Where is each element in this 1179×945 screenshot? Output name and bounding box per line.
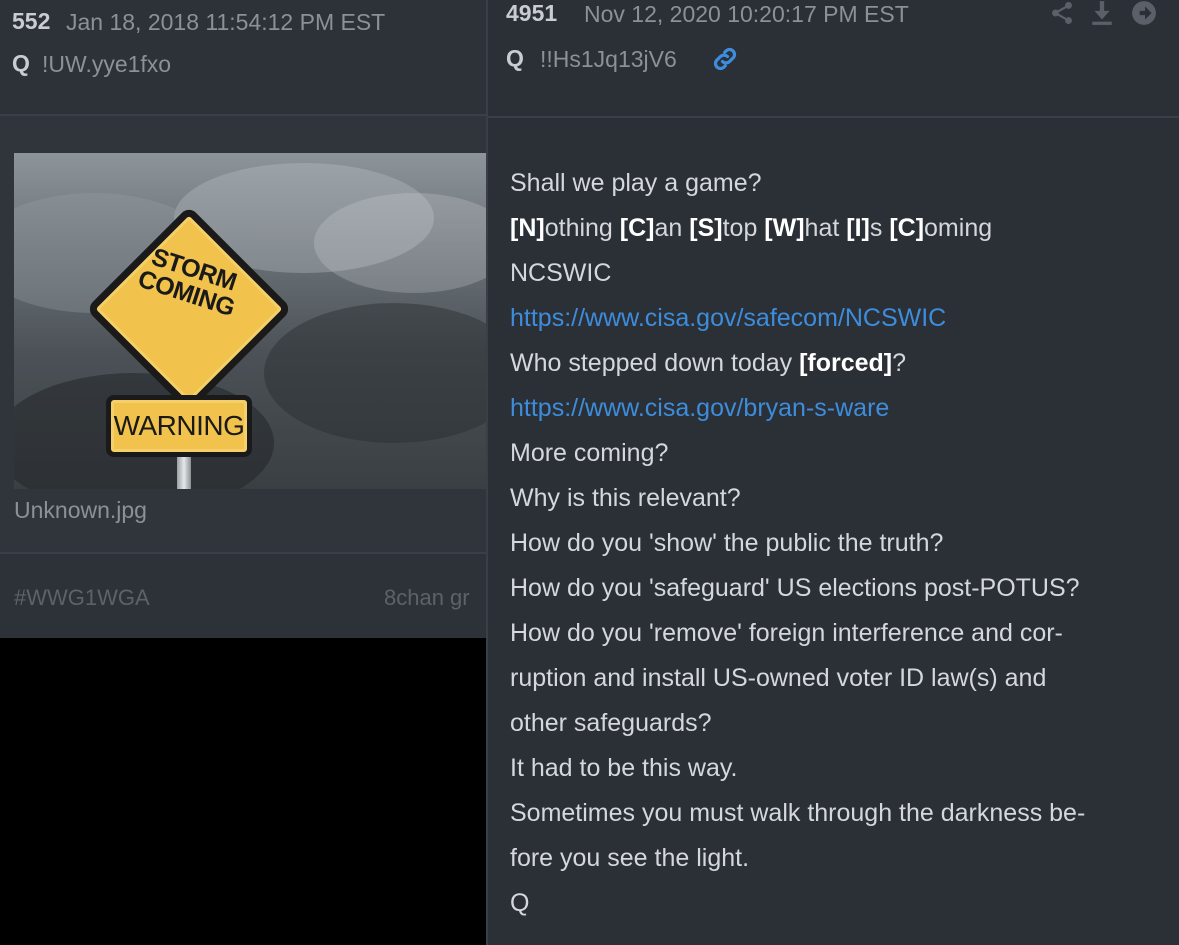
left-post-footer: #WWG1WGA 8chan gr [0, 554, 486, 638]
storm-coming-image[interactable]: STORM COMING WARNING [14, 153, 486, 489]
post-number[interactable]: 552 [12, 8, 50, 35]
message-line: How do you 'remove' foreign interference… [510, 619, 1063, 647]
share-icon[interactable] [1048, 0, 1076, 26]
cloud [264, 303, 486, 443]
arrow-right-icon[interactable] [1130, 0, 1158, 26]
message-line: More coming? [510, 439, 669, 467]
post-tripcode: !!Hs1Jq13jV6 [540, 46, 677, 72]
post-author: Q [506, 45, 524, 71]
message-line: How do you 'safeguard' US elections post… [510, 574, 1080, 602]
post-date: Nov 12, 2020 10:20:17 PM EST [584, 1, 909, 27]
message-line: Who stepped down today [forced]? [510, 349, 907, 377]
message-line-acronym: [N]othing [C]an [S]top [W]hat [I]s [C]om… [510, 214, 993, 242]
post-date: Jan 18, 2018 11:54:12 PM EST [66, 9, 386, 35]
message-line: other safeguards? [510, 709, 712, 737]
message-line: Shall we play a game? [510, 169, 762, 197]
download-icon[interactable] [1088, 0, 1116, 26]
link-icon[interactable] [710, 44, 740, 74]
message-line: ruption and install US-owned voter ID la… [510, 664, 1047, 692]
message-link-bryan-s-ware[interactable]: https://www.cisa.gov/bryan-s-ware [510, 386, 1170, 431]
cloud [314, 193, 486, 293]
left-post-body: STORM COMING WARNING Unknown.jpg [0, 116, 486, 554]
warning-sign-text: WARNING [113, 410, 245, 441]
post-message: Shall we play a game? [N]othing [C]an [S… [510, 161, 1170, 926]
post-author: Q [12, 50, 30, 76]
message-line: How do you 'show' the public the truth? [510, 529, 944, 557]
message-line: Sometimes you must walk through the dark… [510, 799, 1086, 827]
right-post-header: 4951 Nov 12, 2020 10:20:17 PM EST Q !!Hs… [488, 0, 1179, 118]
post-tripcode: !UW.yye1fxo [42, 51, 172, 77]
message-line: NCSWIC [510, 259, 612, 287]
message-line: fore you see the light. [510, 844, 750, 872]
left-post-card: 552 Jan 18, 2018 11:54:12 PM EST Q !UW.y… [0, 0, 486, 638]
source-label: 8chan gr [384, 585, 470, 610]
message-line: Why is this relevant? [510, 484, 741, 512]
message-line: It had to be this way. [510, 754, 738, 782]
post-number[interactable]: 4951 [506, 0, 557, 27]
message-link-ncswic[interactable]: https://www.cisa.gov/safecom/NCSWIC [510, 296, 1170, 341]
hashtag: #WWG1WGA [14, 585, 150, 610]
right-post-card: 4951 Nov 12, 2020 10:20:17 PM EST Q !!Hs… [486, 0, 1179, 945]
image-filename[interactable]: Unknown.jpg [14, 497, 147, 524]
message-signature: Q [510, 889, 530, 917]
left-post-header: 552 Jan 18, 2018 11:54:12 PM EST Q !UW.y… [0, 0, 486, 116]
